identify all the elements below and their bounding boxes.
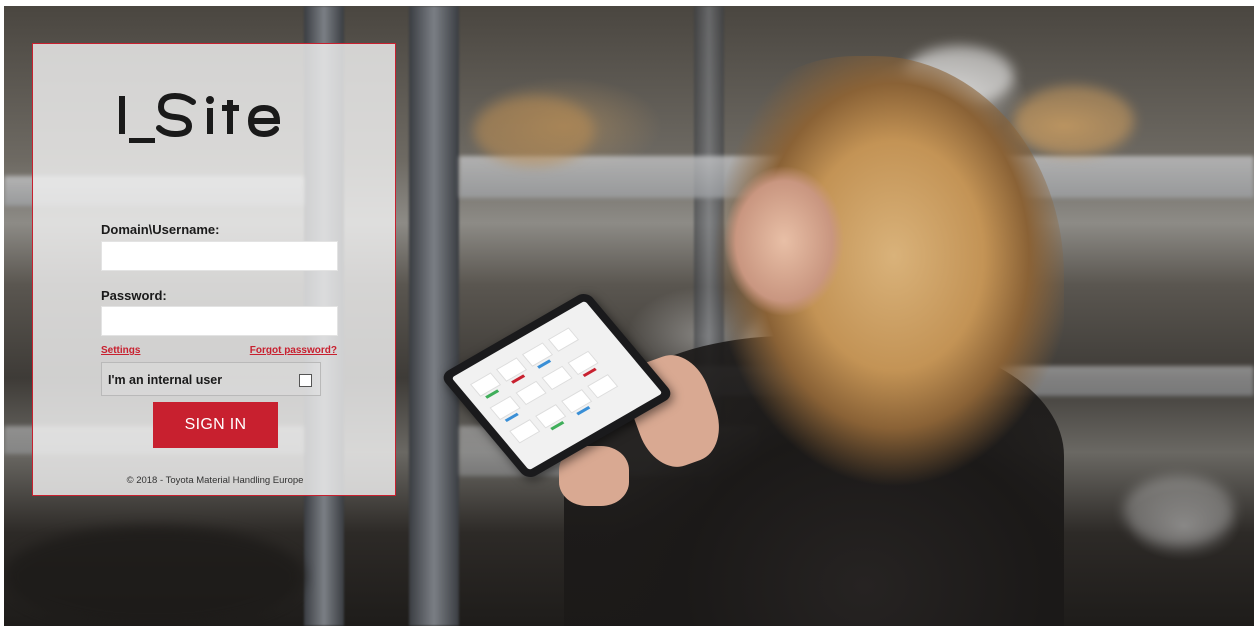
i-site-logo	[115, 88, 315, 148]
username-input[interactable]	[101, 241, 338, 271]
password-label: Password:	[101, 288, 167, 303]
password-input[interactable]	[101, 306, 338, 336]
sign-in-button[interactable]: SIGN IN	[153, 402, 278, 448]
forgot-password-link[interactable]: Forgot password?	[250, 345, 337, 356]
login-panel: Domain\Username: Password: Settings Forg…	[32, 43, 396, 496]
copyright-text: © 2018 - Toyota Material Handling Europe	[126, 475, 304, 486]
internal-user-label: I'm an internal user	[108, 373, 223, 387]
username-label: Domain\Username:	[101, 222, 220, 237]
settings-link[interactable]: Settings	[101, 345, 140, 356]
person-face	[724, 166, 844, 316]
checkbox-icon[interactable]	[299, 374, 312, 387]
internal-user-toggle[interactable]: I'm an internal user	[101, 362, 321, 396]
